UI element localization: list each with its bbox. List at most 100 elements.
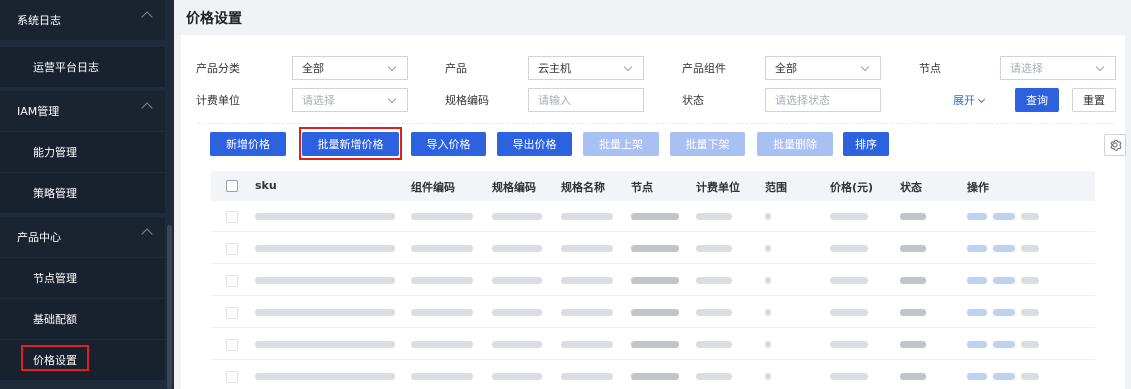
batch-unlist-button[interactable]: 批量下架 — [670, 132, 745, 156]
redacted-cell — [830, 341, 868, 348]
redacted-cell — [830, 213, 868, 220]
status-select[interactable]: 请选择状态 — [765, 88, 881, 112]
reset-button[interactable]: 重置 — [1072, 88, 1116, 112]
row-checkbox[interactable] — [226, 275, 238, 287]
table-row[interactable] — [211, 201, 1095, 232]
redacted-cell — [1021, 309, 1039, 316]
redacted-cell — [255, 341, 395, 348]
row-checkbox[interactable] — [226, 371, 238, 383]
table-row[interactable] — [211, 265, 1095, 296]
redacted-cell — [561, 341, 613, 348]
column-header[interactable]: 状态 — [900, 179, 922, 195]
redacted-cell[interactable] — [967, 277, 987, 284]
redacted-cell[interactable] — [993, 213, 1015, 220]
redacted-cell[interactable] — [993, 373, 1015, 380]
redacted-cell — [561, 373, 613, 380]
product-label: 产品 — [445, 62, 467, 75]
batch-delete-button[interactable]: 批量删除 — [757, 132, 833, 156]
spec-code-input[interactable]: 请输入 — [528, 88, 644, 112]
redacted-cell — [492, 341, 542, 348]
sidebar-item-ops-log[interactable]: 运营平台日志 — [0, 47, 165, 87]
search-button[interactable]: 查询 — [1015, 88, 1059, 112]
sort-button[interactable]: 排序 — [843, 132, 889, 156]
table-header: sku 组件编码 规格编码 规格名称 节点 计费单位 范围 价格(元) 状态 操… — [211, 171, 1095, 201]
sidebar-item-base-quota[interactable]: 基础配额 — [0, 299, 165, 339]
column-settings-button[interactable] — [1104, 134, 1126, 156]
redacted-cell — [631, 213, 679, 220]
redacted-cell — [765, 341, 771, 348]
redacted-cell — [631, 341, 679, 348]
sidebar-item-node-mgmt[interactable]: 节点管理 — [0, 258, 165, 298]
select-all-checkbox[interactable] — [226, 180, 238, 192]
column-header[interactable]: 计费单位 — [696, 179, 740, 195]
column-header[interactable]: 规格名称 — [561, 179, 605, 195]
import-price-button[interactable]: 导入价格 — [411, 132, 486, 156]
redacted-cell — [411, 341, 473, 348]
sidebar-group-product-center[interactable]: 产品中心 — [0, 217, 165, 257]
chevron-down-icon — [977, 95, 986, 104]
component-select[interactable]: 全部 — [765, 56, 881, 80]
sidebar-group-iam[interactable]: IAM管理 — [0, 91, 165, 131]
redacted-cell[interactable] — [993, 341, 1015, 348]
sidebar-item-label: 能力管理 — [33, 146, 77, 159]
billing-unit-select[interactable]: 请选择 — [292, 88, 408, 112]
add-price-button[interactable]: 新增价格 — [210, 132, 286, 156]
redacted-cell[interactable] — [993, 245, 1015, 252]
redacted-cell — [696, 309, 732, 316]
sidebar-group-system-log[interactable]: 系统日志 — [0, 0, 165, 40]
redacted-cell[interactable] — [993, 277, 1015, 284]
column-header[interactable]: 操作 — [967, 179, 989, 195]
redacted-cell — [561, 213, 613, 220]
redacted-cell — [1021, 245, 1039, 252]
sidebar-scrollbar[interactable] — [167, 225, 172, 389]
row-checkbox[interactable] — [226, 211, 238, 223]
redacted-cell[interactable] — [967, 341, 987, 348]
redacted-cell — [1021, 277, 1039, 284]
export-price-button[interactable]: 导出价格 — [497, 132, 572, 156]
node-select[interactable]: 请选择 — [1000, 56, 1116, 80]
table-row[interactable] — [211, 297, 1095, 328]
row-checkbox[interactable] — [226, 243, 238, 255]
column-header[interactable]: sku — [255, 179, 277, 192]
redacted-cell — [561, 309, 613, 316]
sidebar-item-policy[interactable]: 策略管理 — [0, 173, 165, 213]
redacted-cell[interactable] — [967, 245, 987, 252]
spec-code-label: 规格编码 — [445, 94, 489, 107]
chevron-down-icon — [1095, 62, 1105, 72]
table-row[interactable] — [211, 361, 1095, 389]
redacted-cell — [631, 373, 679, 380]
redacted-cell — [492, 213, 542, 220]
product-select[interactable]: 云主机 — [528, 56, 644, 80]
column-header[interactable]: 节点 — [631, 179, 653, 195]
redacted-cell[interactable] — [967, 309, 987, 316]
redacted-cell — [765, 245, 771, 252]
expand-toggle[interactable]: 展开 — [953, 92, 986, 108]
redacted-cell[interactable] — [967, 213, 987, 220]
column-header[interactable]: 范围 — [765, 179, 787, 195]
batch-list-button[interactable]: 批量上架 — [583, 132, 659, 156]
redacted-cell — [900, 341, 926, 348]
product-category-select[interactable]: 全部 — [292, 56, 408, 80]
redacted-cell — [900, 277, 926, 284]
row-checkbox[interactable] — [226, 339, 238, 351]
redacted-cell — [1021, 213, 1039, 220]
redacted-cell — [255, 213, 395, 220]
redacted-cell — [255, 373, 395, 380]
sidebar-item-capability[interactable]: 能力管理 — [0, 132, 165, 172]
redacted-cell — [411, 373, 473, 380]
column-header[interactable]: 组件编码 — [411, 179, 455, 195]
table-row[interactable] — [211, 329, 1095, 360]
redacted-cell — [631, 309, 679, 316]
redacted-cell — [696, 341, 732, 348]
redacted-cell — [830, 277, 868, 284]
redacted-cell — [411, 277, 473, 284]
redacted-cell[interactable] — [967, 373, 987, 380]
redacted-cell[interactable] — [993, 309, 1015, 316]
chevron-up-icon — [141, 102, 153, 114]
component-label: 产品组件 — [682, 62, 726, 75]
column-header[interactable]: 规格编码 — [492, 179, 536, 195]
row-checkbox[interactable] — [226, 307, 238, 319]
column-header[interactable]: 价格(元) — [830, 179, 873, 195]
table-row[interactable] — [211, 233, 1095, 264]
redacted-cell — [830, 309, 868, 316]
